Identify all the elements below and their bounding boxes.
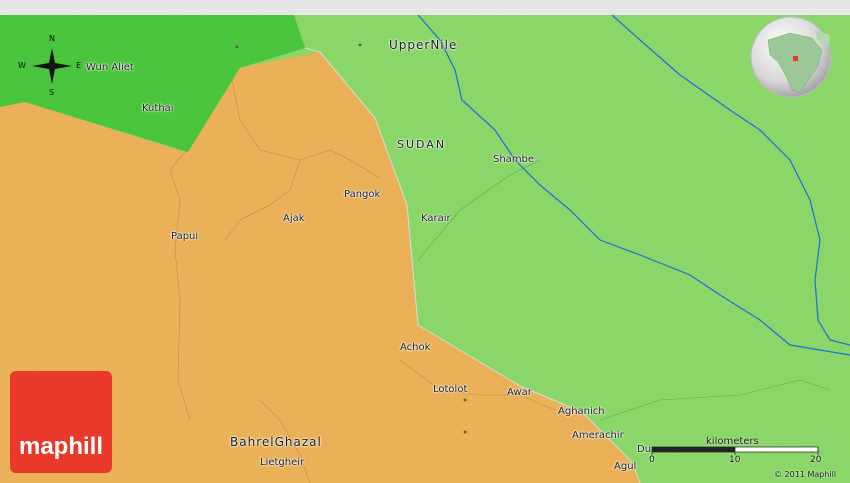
town-label-papui: Papui [171, 231, 199, 242]
map-view[interactable]: N S W E UpperNile SUDAN BahrelGhazal Wun… [0, 0, 850, 483]
maphill-logo-text: maphill [18, 433, 103, 460]
compass-south-label: S [49, 88, 55, 97]
compass-east-label: E [76, 61, 82, 70]
maphill-logo[interactable]: maphill [10, 371, 112, 473]
town-label-agul: Agul [614, 461, 637, 472]
globe-locator-icon [750, 16, 832, 98]
town-label-achok: Achok [400, 342, 431, 353]
town-label-liet-gheir: Lietgheir [260, 457, 305, 468]
compass-west-label: W [18, 61, 26, 70]
town-label-lotolot: Lotolot [433, 384, 468, 395]
scale-title: kilometers [706, 436, 759, 447]
town-marker [463, 430, 467, 434]
town-label-amerachir: Amerachir [572, 430, 624, 441]
scale-tick-0: 0 [649, 455, 655, 465]
scale-tick-20: 20 [810, 455, 822, 465]
copyright-text: © 2011 Maphill [774, 470, 837, 479]
town-label-pangok: Pangok [344, 189, 381, 200]
town-label-du: Du [637, 444, 652, 455]
country-label-sudan: SUDAN [397, 138, 447, 151]
compass-north-label: N [49, 34, 55, 43]
town-label-kuthai: Kuthai [142, 103, 174, 114]
town-label-wun-aliet: Wun Aliet [86, 62, 134, 73]
town-label-karair: Karair [421, 213, 451, 224]
town-label-shambe: Shambe [493, 154, 535, 165]
town-label-ajak: Ajak [283, 213, 305, 224]
region-label-upper-nile: UpperNile [389, 38, 458, 52]
town-marker [358, 43, 362, 47]
region-label-bahr-el-ghazal: BahrelGhazal [230, 435, 322, 449]
town-label-aghanich: Aghanich [558, 406, 605, 417]
town-label-awar: Awar [507, 387, 532, 398]
scale-tick-10: 10 [729, 455, 741, 465]
town-marker [463, 398, 467, 402]
town-marker [235, 45, 239, 49]
